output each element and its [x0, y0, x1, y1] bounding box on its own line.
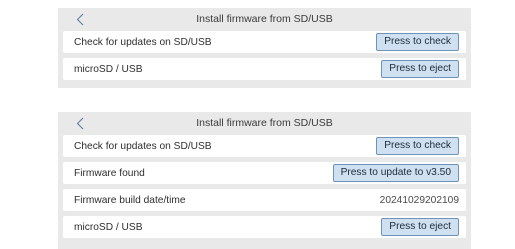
check-updates-row: Check for updates on SD/USB Press to che… — [63, 135, 466, 157]
media-row: microSD / USB Press to eject — [63, 216, 466, 238]
firmware-panel-initial: Install firmware from SD/USB Check for u… — [58, 8, 471, 88]
update-button[interactable]: Press to update to v3.50 — [332, 164, 459, 182]
check-updates-label: Check for updates on SD/USB — [74, 36, 212, 48]
check-updates-row: Check for updates on SD/USB Press to che… — [63, 31, 466, 53]
build-date-value: 20241029202109 — [379, 194, 459, 206]
panel-header: Install firmware from SD/USB — [63, 112, 466, 135]
page-title: Install firmware from SD/USB — [196, 13, 333, 25]
check-button[interactable]: Press to check — [376, 137, 459, 155]
firmware-found-label: Firmware found — [74, 167, 145, 179]
firmware-panel-found: Install firmware from SD/USB Check for u… — [58, 112, 471, 249]
page-title: Install firmware from SD/USB — [196, 117, 333, 129]
media-label: microSD / USB — [74, 221, 143, 233]
media-label: microSD / USB — [74, 63, 143, 75]
check-updates-label: Check for updates on SD/USB — [74, 140, 212, 152]
build-date-label: Firmware build date/time — [74, 194, 186, 206]
firmware-found-row: Firmware found Press to update to v3.50 — [63, 162, 466, 184]
build-date-row: Firmware build date/time 20241029202109 — [63, 189, 466, 211]
media-row: microSD / USB Press to eject — [63, 58, 466, 80]
eject-button[interactable]: Press to eject — [381, 218, 459, 236]
panel-header: Install firmware from SD/USB — [63, 8, 466, 31]
check-button[interactable]: Press to check — [376, 33, 459, 51]
eject-button[interactable]: Press to eject — [381, 60, 459, 78]
